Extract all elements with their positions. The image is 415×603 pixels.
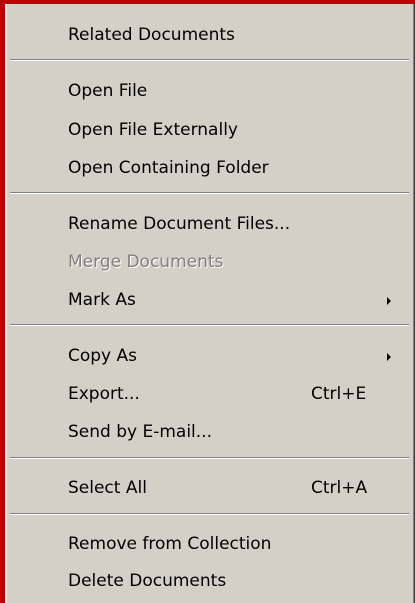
menu-separator (10, 59, 409, 61)
menu-item-open-containing-folder[interactable]: Open Containing Folder (7, 151, 409, 185)
menu-item-related-documents[interactable]: Related Documents (7, 18, 409, 52)
menu-item-select-all[interactable]: Select All Ctrl+A (7, 471, 409, 505)
menu-separator (10, 192, 409, 194)
context-menu: Related Documents Open File Open File Ex… (0, 0, 415, 603)
menu-item-label: Merge Documents (68, 252, 224, 272)
menu-separator (10, 457, 409, 459)
menu-item-label: Export... (68, 384, 140, 404)
menu-item-label: Open File Externally (68, 120, 238, 140)
menu-item-label: Mark As (68, 290, 136, 310)
menu-item-shortcut: Ctrl+E (311, 384, 367, 404)
chevron-right-icon (387, 297, 391, 305)
menu-item-mark-as[interactable]: Mark As (7, 283, 409, 317)
menu-item-label: Remove from Collection (68, 534, 272, 554)
menu-item-open-file-externally[interactable]: Open File Externally (7, 113, 409, 147)
menu-item-label: Open Containing Folder (68, 158, 269, 178)
menu-item-label: Delete Documents (68, 571, 227, 591)
menu-separator (10, 324, 409, 326)
chevron-right-icon (387, 353, 391, 361)
menu-item-label: Send by E-mail... (68, 422, 212, 442)
menu-item-merge-documents: Merge Documents (7, 245, 409, 279)
menu-item-label: Related Documents (68, 25, 235, 45)
menu-item-shortcut: Ctrl+A (311, 478, 368, 498)
menu-item-label: Open File (68, 81, 148, 101)
menu-item-remove-from-collection[interactable]: Remove from Collection (7, 527, 409, 561)
menu-item-rename-document-files[interactable]: Rename Document Files... (7, 207, 409, 241)
menu-item-export[interactable]: Export... Ctrl+E (7, 377, 409, 411)
menu-separator (10, 513, 409, 515)
menu-item-delete-documents[interactable]: Delete Documents (7, 564, 409, 598)
menu-item-label: Select All (68, 478, 147, 498)
menu-item-open-file[interactable]: Open File (7, 74, 409, 108)
menu-item-label: Copy As (68, 346, 138, 366)
menu-frame-top (0, 0, 415, 4)
menu-item-copy-as[interactable]: Copy As (7, 339, 409, 373)
menu-item-send-by-email[interactable]: Send by E-mail... (7, 415, 409, 449)
menu-item-label: Rename Document Files... (68, 214, 291, 234)
